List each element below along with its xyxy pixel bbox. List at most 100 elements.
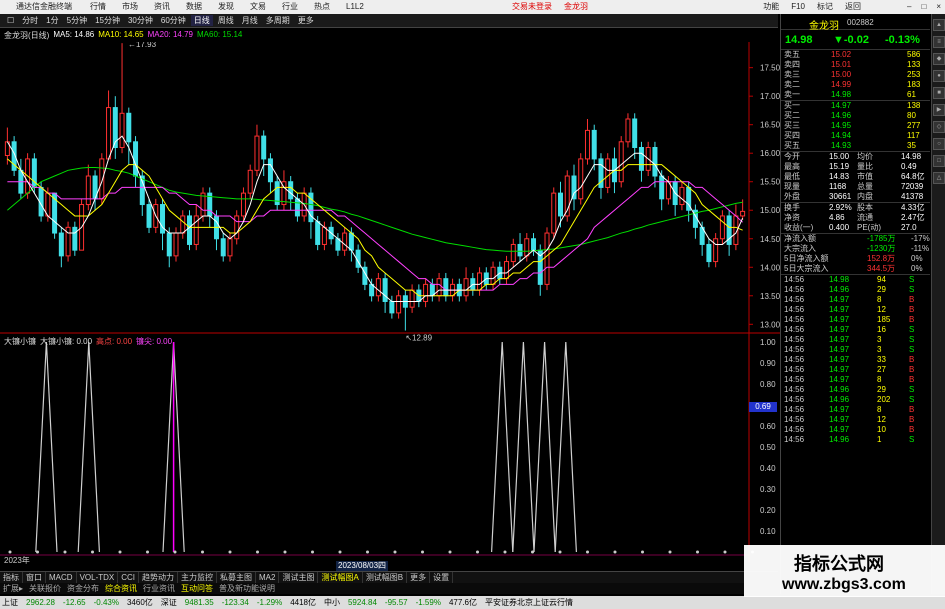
sidebar-icon[interactable]: □	[933, 155, 945, 167]
tab-main-monitor[interactable]: 主力监控	[178, 572, 218, 583]
tab2-funds[interactable]: 资金分布	[64, 583, 102, 594]
tab2-expand[interactable]: 扩展▸	[0, 583, 26, 594]
menu-function[interactable]: 功能	[763, 0, 779, 14]
menu-item[interactable]: 行业	[282, 0, 298, 14]
tick-volume: 12	[877, 305, 886, 314]
tab-more[interactable]: 更多	[407, 572, 431, 583]
period-tick[interactable]: 分时	[19, 15, 41, 26]
stat-value: 1168	[829, 182, 847, 191]
tick-price: 14.96	[829, 285, 850, 294]
menu-back[interactable]: 返回	[845, 0, 861, 14]
tab-ma2[interactable]: MA2	[256, 572, 280, 583]
tab-macd[interactable]: MACD	[46, 572, 77, 583]
sidebar-icon[interactable]: ≡	[933, 36, 945, 48]
tab-settings[interactable]: 设置	[430, 572, 454, 583]
tab2-qa[interactable]: 互动问答	[178, 583, 216, 594]
period-30min[interactable]: 30分钟	[125, 15, 156, 26]
ma20-line	[7, 181, 743, 291]
login-status[interactable]: 交易未登录	[512, 0, 552, 14]
sidebar-icon[interactable]: ▶	[933, 104, 945, 116]
tick-time: 14:56	[784, 405, 805, 414]
level-volume: 277	[907, 121, 921, 130]
period-month[interactable]: 月线	[239, 15, 261, 26]
indicator-dot	[558, 550, 562, 554]
menu-mark[interactable]: 标记	[817, 0, 833, 14]
candle-body	[139, 175, 145, 206]
menu-item[interactable]: 行情	[90, 0, 106, 14]
sz-value: 9481.35	[184, 598, 214, 607]
period-multi[interactable]: 多周期	[263, 15, 293, 26]
tab2-related[interactable]: 关联报价	[26, 583, 64, 594]
period-1min[interactable]: 1分	[43, 15, 61, 26]
tick-price: 14.97	[829, 405, 850, 414]
stat-label: 换手	[784, 203, 800, 212]
period-day[interactable]: 日线	[190, 15, 213, 26]
indicator-dot	[421, 550, 424, 554]
sidebar-icon[interactable]: ■	[933, 87, 945, 99]
tab-test-a[interactable]: 测试幅图A	[318, 572, 363, 583]
stat-label: 内盘	[857, 192, 873, 201]
tab-cci[interactable]: CCI	[118, 572, 140, 583]
ask-levels: 卖五 15.02 586 卖四 15.01 133 卖三 15.00 253 卖二 14.99 183…	[781, 50, 930, 101]
period-60min[interactable]: 60分钟	[158, 15, 189, 26]
sidebar-icon[interactable]: ●	[933, 70, 945, 82]
window-controls: – □ ×	[907, 0, 941, 14]
period-5min[interactable]: 5分钟	[64, 15, 90, 26]
tick-row: 14:56 14.97 12 B	[781, 415, 930, 425]
ask-row: 卖二 14.99 183	[781, 80, 930, 90]
minimize-button[interactable]: –	[907, 0, 911, 14]
candle-body	[375, 278, 381, 297]
tab2-news[interactable]: 综合资讯	[102, 583, 140, 594]
tab-vol[interactable]: VOL-TDX	[77, 572, 119, 583]
candle-body	[578, 158, 584, 200]
sh-pct: -0.43%	[93, 598, 119, 607]
sh-label[interactable]: 上证	[2, 596, 18, 609]
tick-row: 14:56 14.96 1 S	[781, 435, 930, 445]
tab-indicator[interactable]: 指标	[0, 572, 23, 583]
menu-item[interactable]: 市场	[122, 0, 138, 14]
legend-ma60: MA60: 15.14	[197, 30, 243, 39]
tick-flag: S	[909, 435, 915, 444]
menu-item[interactable]: L1L2	[346, 0, 364, 14]
menu-item[interactable]: 数据	[186, 0, 202, 14]
tick-list[interactable]: 14:56 14.98 94 S 14:56 14.96 29 S 14:56 14.97 8 B 14…	[781, 275, 930, 445]
menu-f10[interactable]: F10	[791, 0, 805, 14]
kline-chart[interactable]: 17.50 17.00 16.50 16.00 15.50 15.00 14.50 14.00…	[0, 42, 780, 572]
tab2-industry[interactable]: 行业资讯	[140, 583, 178, 594]
tick-price: 14.96	[829, 435, 850, 444]
tick-time: 14:56	[784, 435, 805, 444]
sidebar-icon[interactable]: ◇	[933, 121, 945, 133]
toolbar-toggle-icon[interactable]: ☐	[4, 16, 17, 25]
tab-window[interactable]: 窗口	[23, 572, 46, 583]
menu-item[interactable]: 热点	[314, 0, 330, 14]
sz-label[interactable]: 深证	[161, 596, 177, 609]
level-price: 14.96	[831, 111, 852, 120]
period-week[interactable]: 周线	[215, 15, 237, 26]
price-axis-label: 15.00	[760, 206, 780, 215]
level-volume: 138	[907, 101, 921, 110]
sidebar-icon[interactable]: ▲	[933, 19, 945, 31]
tick-flag: S	[909, 395, 915, 404]
candle-body	[126, 112, 132, 143]
maximize-button[interactable]: □	[921, 0, 926, 14]
zx-label[interactable]: 中小	[324, 596, 340, 609]
tab-test-b[interactable]: 测试幅图B	[363, 572, 408, 583]
menu-item[interactable]: 资讯	[154, 0, 170, 14]
tab2-help[interactable]: 普及新功能说明	[216, 583, 278, 594]
stat-label: PE(动)	[857, 223, 881, 232]
price-axis-label: 14.50	[760, 235, 780, 244]
period-more[interactable]: 更多	[295, 15, 317, 26]
sidebar-icon[interactable]: ◆	[933, 53, 945, 65]
ask-row: 卖五 15.02 586	[781, 50, 930, 60]
close-button[interactable]: ×	[936, 0, 941, 14]
menu-item[interactable]: 发现	[218, 0, 234, 14]
candle-body	[254, 135, 260, 171]
tab-private[interactable]: 私募主图	[217, 572, 257, 583]
sidebar-icon[interactable]: ○	[933, 138, 945, 150]
tab-trend[interactable]: 趋势动力	[139, 572, 179, 583]
sidebar-icon[interactable]: △	[933, 172, 945, 184]
tab-test-main[interactable]: 测试主图	[279, 572, 319, 583]
menu-item[interactable]: 文易	[250, 0, 266, 14]
period-15min[interactable]: 15分钟	[92, 15, 123, 26]
candle-body	[247, 169, 253, 194]
